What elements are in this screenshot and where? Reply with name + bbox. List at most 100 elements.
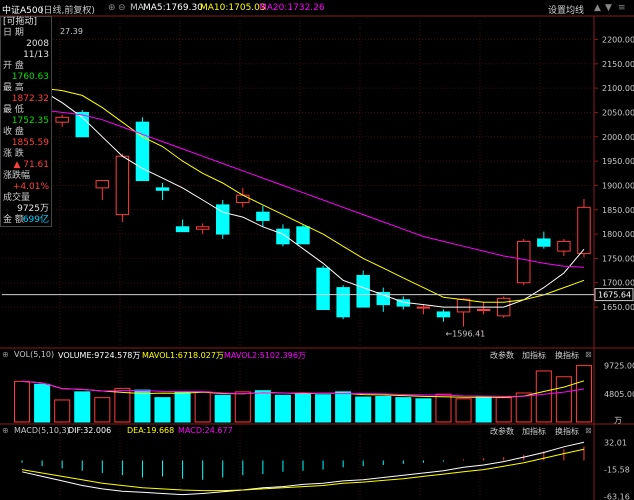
price-axis-label: 1800.00 <box>602 230 634 239</box>
low-label: 最 低 <box>3 105 24 115</box>
candle-body <box>175 226 190 233</box>
close-value: 1855.59 <box>11 138 49 148</box>
amount-value: 699亿 <box>22 215 49 225</box>
price-axis-label: 1650.00 <box>602 303 634 312</box>
volume-bar <box>274 394 291 423</box>
date-md: 11/13 <box>23 50 49 60</box>
volume-bar <box>475 396 492 423</box>
candle-body <box>416 306 431 309</box>
volume-bar <box>455 398 472 423</box>
open-value: 1760.63 <box>11 72 49 82</box>
price-axis-label: 2000.00 <box>602 133 634 142</box>
volume-bar <box>375 395 392 423</box>
volume-bar <box>134 389 151 423</box>
stock-chart[interactable]: 2200.00 2150.00 2100.00 2050.00 2000.00 1950.… <box>0 0 634 500</box>
macd-label[interactable]: MACD(5,10,3) <box>14 426 70 435</box>
volume-bar <box>94 397 111 423</box>
macd-axis-label: 32.01 <box>604 438 627 447</box>
info-panel[interactable]: [可拖动] 日 期 2008 11/13 开 盘 1760.63 最 高 187… <box>0 16 52 227</box>
volume-bar <box>14 380 31 423</box>
high-label: 最 高 <box>3 83 24 93</box>
low-value: 1752.35 <box>11 116 49 126</box>
volume-bar <box>234 391 251 423</box>
candle-body <box>356 274 370 308</box>
volume-bar <box>555 376 572 423</box>
volume-bar <box>495 397 512 423</box>
volume-axis-unit: 万 <box>614 416 622 425</box>
amount-label: 金 额 <box>3 215 24 225</box>
mavol1-text: MAVOL1:6718.027万 <box>142 351 224 360</box>
vol-close-icon[interactable]: ⊠ <box>585 350 592 359</box>
price-axis-label: 1700.00 <box>602 279 634 288</box>
volume-bar <box>74 391 91 423</box>
volume-bar <box>575 365 592 423</box>
candle-body <box>135 121 150 182</box>
volume-axis-label: 9725.00 <box>604 362 634 371</box>
volume-bar <box>335 391 352 423</box>
mavol2-text: MAVOL2:5102.396万 <box>224 351 306 360</box>
dif-text: DIF:32.006 <box>68 426 112 435</box>
candle-body <box>115 155 130 216</box>
candle-body <box>577 206 591 255</box>
top-price-annotation: 27.39 <box>60 27 83 36</box>
vol-params-button[interactable]: 改参数 <box>490 350 514 361</box>
dea-text: DEA:19.668 <box>127 426 175 435</box>
volume-bar <box>254 390 271 423</box>
volume-text: VOLUME:9724.578万 <box>58 351 141 360</box>
candle-body <box>55 116 69 123</box>
volume-bar <box>194 391 211 423</box>
volume-bar <box>114 387 131 423</box>
candle-body <box>95 180 110 189</box>
candle-body <box>316 267 330 311</box>
change-value: ▲ 71.61 <box>13 160 49 170</box>
volume-value: 9725万 <box>17 204 49 214</box>
candle-body <box>476 309 491 312</box>
volume-bar <box>154 397 171 423</box>
macd-axis-label: -63.16 <box>604 492 630 500</box>
volume-bar <box>34 383 51 423</box>
amount-row: 金 额 699亿 <box>1 215 51 226</box>
candle-body <box>436 311 451 318</box>
date-label: 日 期 <box>3 28 24 38</box>
vol-switch-button[interactable]: 换指标 <box>555 350 579 361</box>
macd-indicator-icon: ⊕ <box>2 426 9 435</box>
vol-indicator-icon: ⊕ <box>2 350 9 359</box>
volume-bar <box>294 393 312 423</box>
macd-header: ⊕ MACD(5,10,3) DIF:32.006 DEA:19.668 MAC… <box>0 426 634 438</box>
candle-body <box>537 238 551 247</box>
volume-label: 成交量 <box>3 193 31 203</box>
candle-body <box>236 194 250 203</box>
candle-body <box>276 228 290 245</box>
volume-axis-label: 4805.00 <box>604 390 634 399</box>
candle-body <box>456 298 471 313</box>
volume-bar <box>415 398 432 423</box>
candle-body <box>517 240 531 284</box>
crosshair-value: 1675.64 <box>598 291 631 300</box>
volume-bar <box>395 397 412 423</box>
open-label: 开 盘 <box>3 61 24 71</box>
price-axis-label: 1750.00 <box>602 254 634 263</box>
macd-add-button[interactable]: 加指标 <box>522 426 546 437</box>
volume-bar <box>315 394 332 423</box>
volume-bar <box>174 391 191 423</box>
change-pct-label: 涨跌幅 <box>3 171 31 181</box>
candle-body <box>296 226 310 245</box>
price-axis-label: 2150.00 <box>602 60 634 69</box>
vol-label[interactable]: VOL(5,10) <box>14 350 54 359</box>
macd-switch-button[interactable]: 换指标 <box>555 426 579 437</box>
date-year: 2008 <box>26 39 49 49</box>
price-axis-label: 2200.00 <box>602 35 634 44</box>
panel-title[interactable]: [可拖动] <box>1 17 51 28</box>
candle-body <box>155 187 170 191</box>
macd-axis-label: -15.58 <box>604 465 630 474</box>
price-axis-label: 2100.00 <box>602 84 634 93</box>
volume-header: ⊕ VOL(5,10) VOLUME:9724.578万 MAVOL1:6718… <box>0 350 634 362</box>
close-label: 收 盘 <box>3 127 24 137</box>
macd-close-icon[interactable]: ⊠ <box>585 426 592 435</box>
vol-add-button[interactable]: 加指标 <box>522 350 546 361</box>
volume-bar <box>355 396 372 423</box>
price-axis-label: 1950.00 <box>602 157 634 166</box>
candle-body <box>195 226 210 230</box>
volume-bar <box>214 394 231 423</box>
macd-params-button[interactable]: 改参数 <box>490 426 514 437</box>
